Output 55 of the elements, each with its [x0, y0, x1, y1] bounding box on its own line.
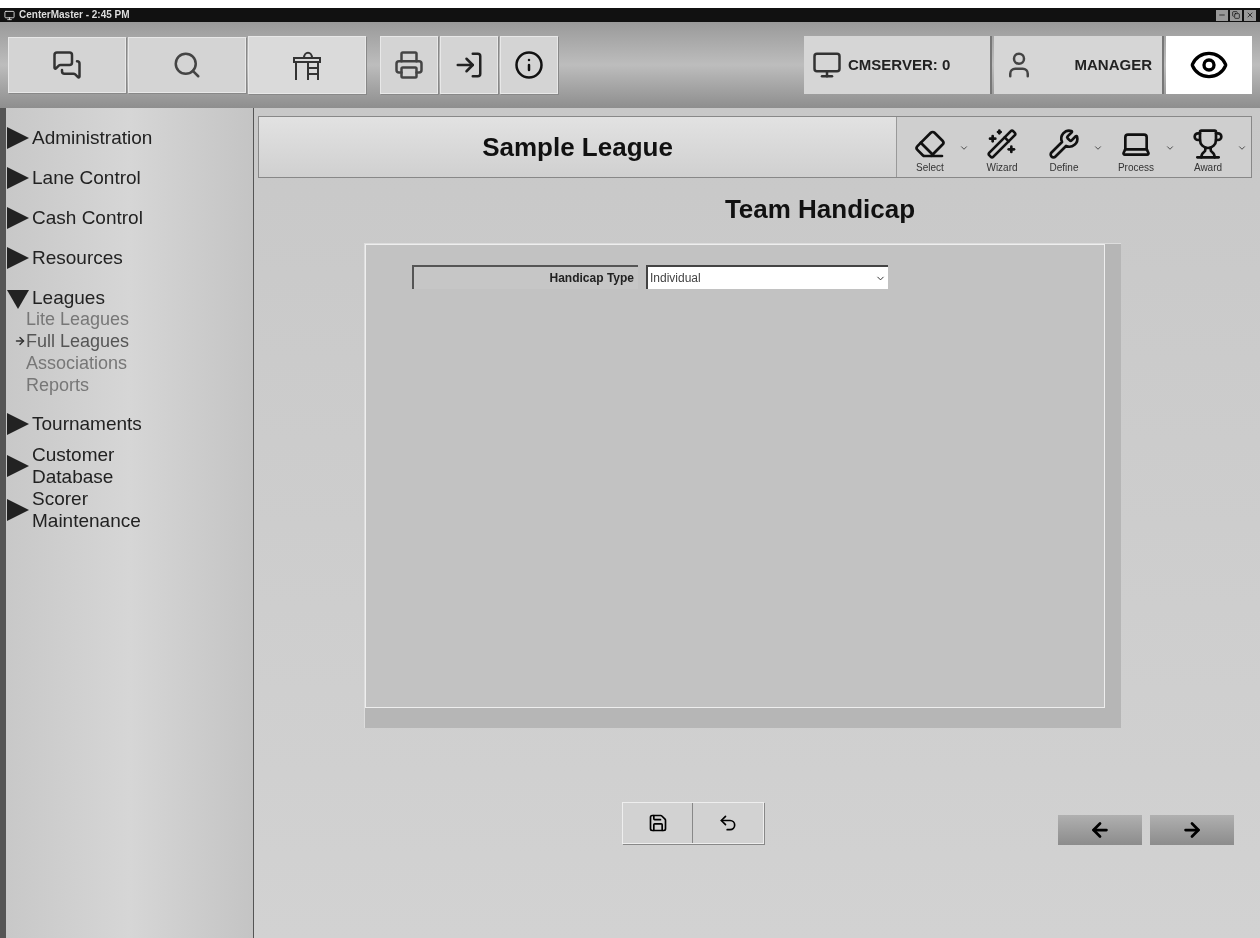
- login-button[interactable]: [440, 36, 498, 94]
- next-button[interactable]: [1150, 815, 1234, 845]
- arrow-left-icon: [1089, 819, 1111, 841]
- print-button[interactable]: [380, 36, 438, 94]
- sidebar-subitem[interactable]: Full Leagues: [6, 330, 253, 352]
- sidebar-item[interactable]: Customer Database: [6, 444, 253, 488]
- sidebar-item[interactable]: Lane Control: [6, 158, 253, 198]
- field-label: Handicap Type: [412, 265, 638, 289]
- info-icon: [514, 50, 544, 80]
- restore-button[interactable]: [1230, 9, 1242, 21]
- printer-icon: [394, 50, 424, 80]
- arrow-right-icon: [1181, 819, 1203, 841]
- award-icon: [1192, 128, 1224, 160]
- undo-icon: [718, 813, 738, 833]
- search-button[interactable]: [128, 37, 246, 93]
- enter-icon: [454, 50, 484, 80]
- close-icon: [1246, 11, 1254, 19]
- app-icon: [4, 9, 15, 21]
- restore-icon: [1232, 11, 1240, 19]
- save-icon: [647, 813, 668, 833]
- select-icon: [914, 128, 946, 160]
- header-title: Sample League: [482, 130, 673, 164]
- back-button[interactable]: [1058, 815, 1142, 845]
- window-title: CenterMaster - 2:45 PM: [19, 10, 130, 20]
- sidebar-item[interactable]: Scorer Maintenance: [6, 488, 253, 532]
- sidebar-item[interactable]: Tournaments: [6, 404, 253, 444]
- sidebar-item[interactable]: Resources: [6, 238, 253, 278]
- eye-button[interactable]: [1166, 36, 1252, 94]
- arrow-icon: [14, 335, 26, 347]
- action-button[interactable]: Process: [1107, 119, 1165, 177]
- sidebar-item[interactable]: Administration: [6, 118, 253, 158]
- action-button[interactable]: Define: [1035, 119, 1093, 177]
- action-button[interactable]: Wizard: [973, 119, 1031, 177]
- minimize-icon: [1218, 11, 1226, 19]
- action-button[interactable]: Award: [1179, 119, 1237, 177]
- desk-button[interactable]: [248, 36, 366, 94]
- page-title: Team Handicap: [723, 193, 916, 226]
- dropdown-field[interactable]: Individual: [646, 265, 888, 289]
- computer-icon: [812, 50, 842, 80]
- dropdown-icon[interactable]: [959, 143, 969, 153]
- define-icon: [1048, 128, 1080, 160]
- dropdown-icon[interactable]: [1237, 143, 1247, 153]
- minimize-button[interactable]: [1216, 9, 1228, 21]
- action-button[interactable]: Select: [901, 119, 959, 177]
- dropdown-icon[interactable]: [1093, 143, 1103, 153]
- info-button[interactable]: [500, 36, 558, 94]
- search-icon: [172, 50, 202, 80]
- messages-button[interactable]: [8, 37, 126, 93]
- sidebar-item[interactable]: Cash Control: [6, 198, 253, 238]
- wizard-icon: [986, 128, 1018, 160]
- user-label: MANAGER: [1074, 54, 1152, 75]
- close-button[interactable]: [1244, 9, 1256, 21]
- dropdown-icon[interactable]: [1165, 143, 1175, 153]
- speech-bubbles-icon: [52, 50, 82, 80]
- server-label: CMSERVER: 0: [848, 54, 951, 75]
